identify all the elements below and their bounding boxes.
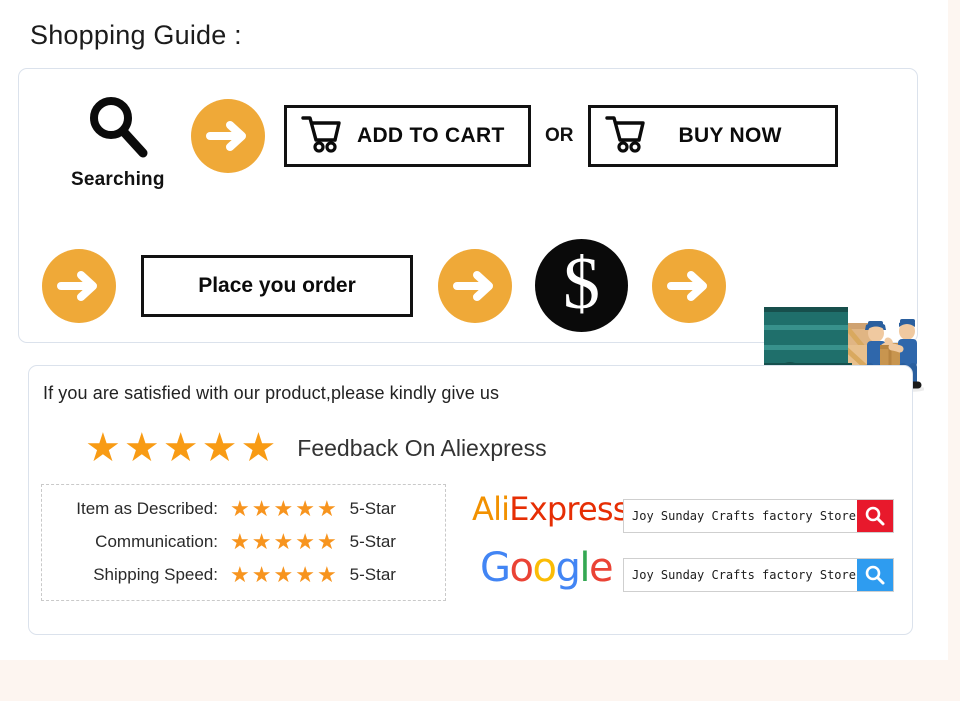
star-icon: ★ xyxy=(273,495,294,521)
star-icon: ★ xyxy=(316,495,337,521)
place-order-label: Place you order xyxy=(198,273,356,297)
feedback-intro-text: If you are satisfied with our product,pl… xyxy=(43,383,500,403)
google-store-search-input[interactable]: Joy Sunday Crafts factory Store xyxy=(624,559,857,591)
aliexpress-store-search-input[interactable]: Joy Sunday Crafts factory Store xyxy=(624,500,857,532)
aliexpress-logo: AliExpress xyxy=(472,490,629,528)
star-icon: ★ xyxy=(230,561,250,587)
guide-row-2: Place you order $ xyxy=(42,239,726,332)
table-row: Item as Described: ★ ★ ★ ★ ★ 5-Star xyxy=(52,492,435,525)
rating-value: 5-Star xyxy=(349,498,396,518)
rating-label: Communication: xyxy=(95,531,218,551)
rating-stars: ★ ★ ★ ★ ★ xyxy=(230,528,339,554)
buy-now-button[interactable]: BUY NOW xyxy=(587,105,838,167)
star-icon: ★ xyxy=(316,528,337,554)
rating-value: 5-Star xyxy=(349,564,396,584)
google-search-button[interactable] xyxy=(857,559,893,591)
arrow-right-icon xyxy=(438,248,512,323)
star-icon: ★ xyxy=(295,561,315,587)
star-icon: ★ xyxy=(240,426,277,470)
table-row: Shipping Speed: ★ ★ ★ ★ ★ 5-Star xyxy=(52,558,435,591)
star-icon: ★ xyxy=(316,561,337,587)
search-icon xyxy=(865,565,885,585)
page-title: Shopping Guide : xyxy=(30,20,242,50)
search-icon xyxy=(865,506,885,526)
star-icon: ★ xyxy=(251,528,272,554)
rating-value: 5-Star xyxy=(349,531,396,551)
aliexpress-logo-part1: Ali xyxy=(472,490,510,528)
shopping-cart-icon xyxy=(301,114,343,159)
aliexpress-store-search[interactable]: Joy Sunday Crafts factory Store xyxy=(623,499,894,533)
aliexpress-search-button[interactable] xyxy=(857,500,893,532)
star-icon: ★ xyxy=(162,426,199,470)
rating-label: Shipping Speed: xyxy=(93,564,218,584)
feedback-card: If you are satisfied with our product,pl… xyxy=(28,365,913,635)
feedback-headline-row: ★ ★ ★ ★ ★ Feedback On Aliexpress xyxy=(85,428,547,468)
google-logo-letter: o xyxy=(532,545,556,591)
google-logo: Google xyxy=(480,545,614,591)
star-icon: ★ xyxy=(230,495,250,521)
rating-label: Item as Described: xyxy=(76,498,218,518)
star-icon: ★ xyxy=(251,561,272,587)
table-row: Communication: ★ ★ ★ ★ ★ 5-Star xyxy=(52,525,435,558)
google-logo-letter: o xyxy=(509,545,534,591)
place-order-button[interactable]: Place you order xyxy=(141,254,413,317)
aliexpress-logo-part2: Express xyxy=(509,490,629,528)
dollar-symbol: $ xyxy=(563,243,600,325)
rating-stars: ★ ★ ★ ★ ★ xyxy=(230,561,339,587)
star-icon: ★ xyxy=(295,528,315,554)
star-icon: ★ xyxy=(201,426,238,470)
feedback-headline-label: Feedback On Aliexpress xyxy=(297,434,547,461)
ratings-table: Item as Described: ★ ★ ★ ★ ★ 5-Star Comm… xyxy=(41,484,446,601)
star-icon: ★ xyxy=(123,426,160,470)
google-store-search[interactable]: Joy Sunday Crafts factory Store xyxy=(623,558,894,592)
google-logo-letter: e xyxy=(588,545,614,591)
rating-stars: ★ ★ ★ ★ ★ xyxy=(230,495,339,521)
star-icon: ★ xyxy=(273,561,294,587)
or-separator: OR xyxy=(545,125,574,146)
star-icon: ★ xyxy=(273,528,294,554)
star-icon: ★ xyxy=(295,495,315,521)
arrow-right-icon xyxy=(42,248,116,323)
searching-label: Searching xyxy=(71,169,165,190)
magnifier-icon xyxy=(81,91,155,165)
star-icon: ★ xyxy=(251,495,272,521)
arrow-right-icon xyxy=(652,248,726,323)
page-edge-bottom xyxy=(0,660,960,701)
guide-row-1: ADD TO CART OR BUY NOW xyxy=(191,99,838,173)
arrow-right-icon xyxy=(191,99,265,173)
google-logo-letter: G xyxy=(480,545,511,591)
searching-step: Searching xyxy=(71,91,165,191)
google-logo-letter: l xyxy=(579,545,590,591)
add-to-cart-label: ADD TO CART xyxy=(357,124,505,147)
star-icon: ★ xyxy=(85,426,121,470)
star-icon: ★ xyxy=(230,528,250,554)
shopping-guide-card: Searching ADD TO CART OR BUY NOW Place y… xyxy=(18,68,926,392)
page-edge-right xyxy=(948,0,960,660)
google-logo-letter: g xyxy=(555,545,580,591)
dollar-sign-icon: $ xyxy=(535,239,628,332)
buy-now-label: BUY NOW xyxy=(678,124,782,147)
add-to-cart-button[interactable]: ADD TO CART xyxy=(284,105,531,167)
shopping-cart-icon xyxy=(604,114,647,159)
